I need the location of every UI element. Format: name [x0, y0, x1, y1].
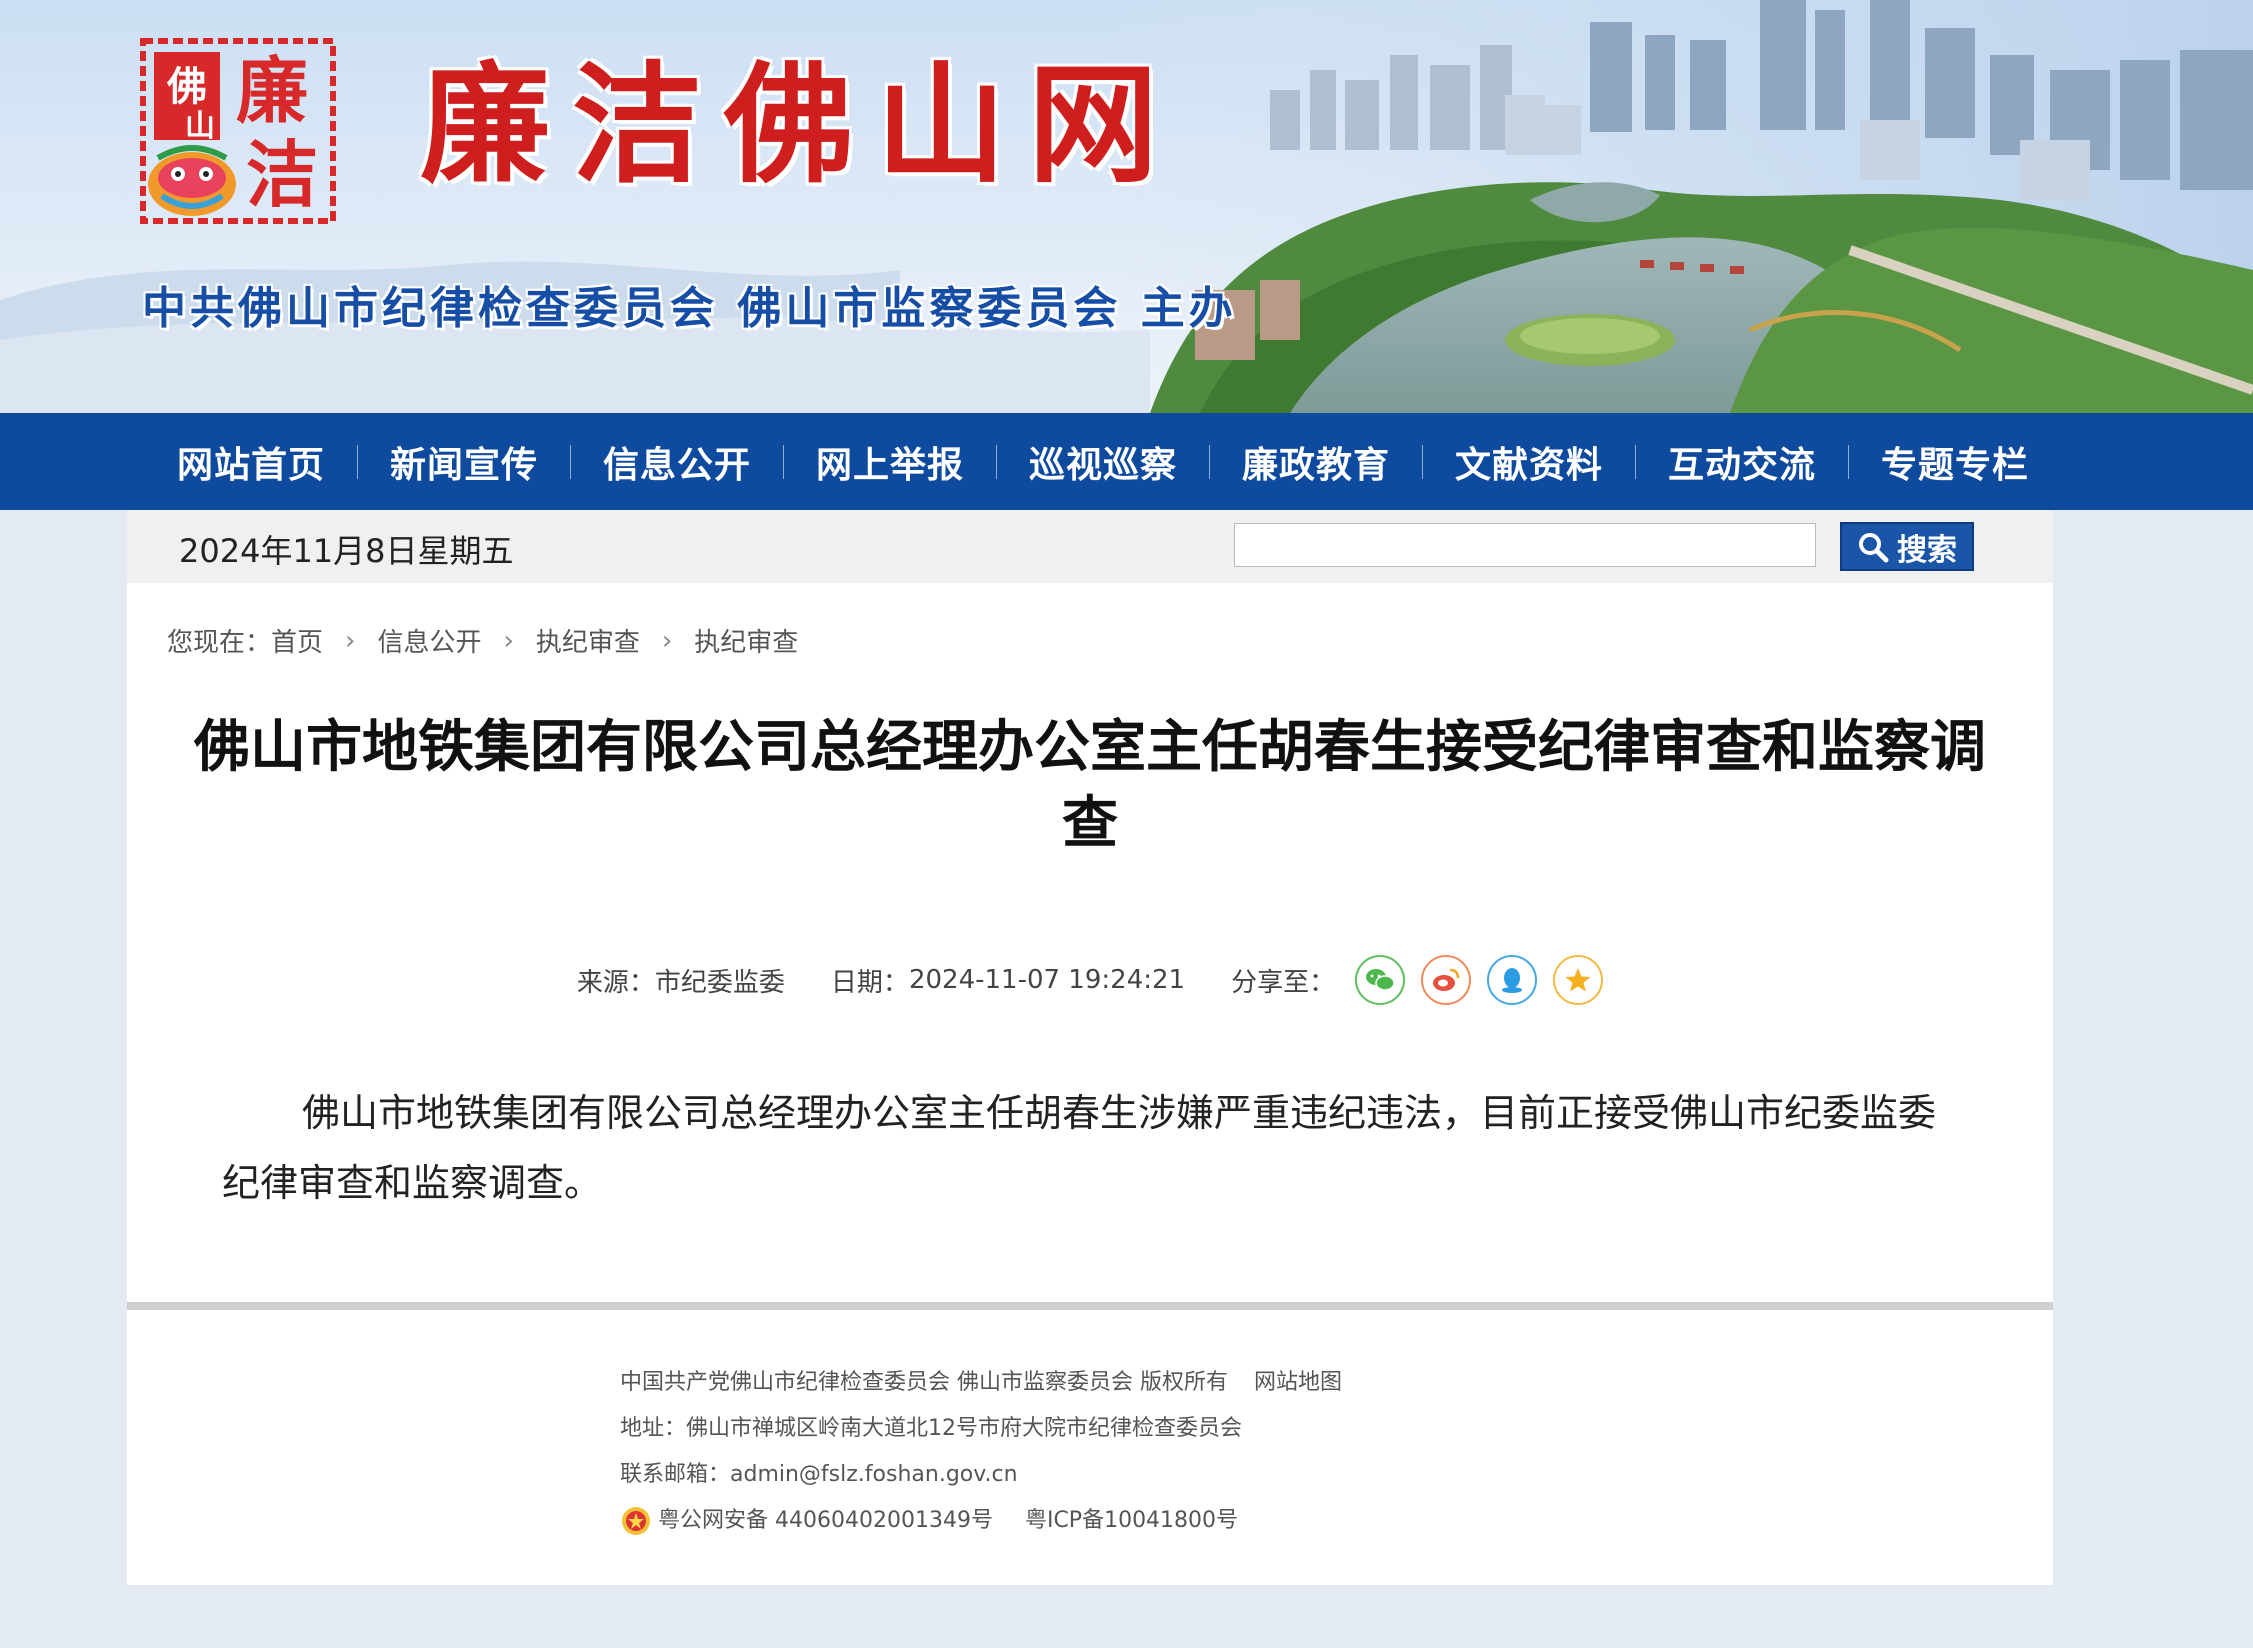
- nav-item-interaction[interactable]: 互动交流: [1636, 436, 1848, 488]
- share-label: 分享至：: [1231, 967, 1336, 998]
- date-search-bar: 2024年11月8日星期五 搜索: [127, 510, 2053, 583]
- breadcrumb-prefix: 您现在：: [167, 628, 272, 658]
- content-panel: 2024年11月8日星期五 搜索 您现在： 首页 › 信息公开 › 执纪审查 ›…: [127, 510, 2053, 1585]
- current-date: 2024年11月8日星期五: [179, 532, 514, 570]
- svg-text:山: 山: [185, 109, 215, 144]
- icp-link[interactable]: 粤ICP备10041800号: [1025, 1498, 1238, 1544]
- source-value: 市纪委监委: [654, 967, 785, 998]
- contact-email: 联系邮箱：admin@fslz.foshan.gov.cn: [620, 1462, 1018, 1487]
- nav-item-documents[interactable]: 文献资料: [1423, 436, 1635, 488]
- copyright: 中国共产党佛山市纪律检查委员会 佛山市监察委员会 版权所有: [620, 1370, 1228, 1395]
- nav-item-integrity-education[interactable]: 廉政教育: [1210, 436, 1422, 488]
- date-label: 日期：: [830, 967, 909, 998]
- site-title: 廉洁佛山网: [420, 48, 1181, 201]
- site-banner: 佛 山 廉 洁 廉洁佛山网 中共佛山市纪律检查委员会 佛山市监察委员会 主办: [0, 0, 2253, 413]
- svg-text:洁: 洁: [246, 132, 318, 217]
- qq-icon[interactable]: [1487, 955, 1538, 1005]
- article-meta: 来源： 市纪委监委 日期： 2024-11-07 19:24:21 分享至：: [127, 955, 2053, 1005]
- breadcrumb-home[interactable]: 首页: [271, 622, 323, 659]
- search-button[interactable]: 搜索: [1840, 522, 1974, 571]
- wechat-icon[interactable]: [1355, 955, 1406, 1005]
- nav-item-inspection[interactable]: 巡视巡察: [997, 436, 1209, 488]
- share-buttons: [1355, 955, 1604, 1005]
- article-body: 佛山市地铁集团有限公司总经理办公室主任胡春生涉嫌严重违纪违法，目前正接受佛山市纪…: [222, 1091, 1937, 1205]
- breadcrumb-discipline-review-current[interactable]: 执纪审查: [694, 622, 798, 659]
- weibo-icon[interactable]: [1421, 955, 1472, 1005]
- nav-item-online-report[interactable]: 网上举报: [784, 436, 996, 488]
- qzone-icon[interactable]: [1553, 955, 1604, 1005]
- search-button-label: 搜索: [1897, 532, 1957, 568]
- article-title: 佛山市地铁集团有限公司总经理办公室主任胡春生接受纪律审查和监察调查: [194, 715, 1986, 856]
- main-nav: 网站首页 新闻宣传 信息公开 网上举报 巡视巡察 廉政教育 文献资料 互动交流 …: [0, 413, 2253, 510]
- address: 地址：佛山市禅城区岭南大道北12号市府大院市纪律检查委员会: [620, 1416, 1242, 1441]
- police-record-link[interactable]: 粤公网安备 44060402001349号: [658, 1498, 993, 1544]
- breadcrumb: 您现在： 首页 › 信息公开 › 执纪审查 › 执纪审查: [167, 622, 798, 659]
- sponsor-line: 中共佛山市纪律检查委员会 佛山市监察委员会 主办: [142, 283, 1237, 334]
- search-input[interactable]: [1234, 523, 1816, 567]
- site-footer: 中国共产党佛山市纪律检查委员会 佛山市监察委员会 版权所有 网站地图 地址：佛山…: [620, 1360, 1342, 1544]
- svg-text:廉: 廉: [236, 48, 308, 133]
- police-badge-icon: [622, 1507, 650, 1535]
- sitemap-link[interactable]: 网站地图: [1254, 1360, 1342, 1406]
- search-icon: [1859, 532, 1889, 562]
- breadcrumb-discipline-review[interactable]: 执纪审查: [536, 622, 640, 659]
- chevron-right-icon: ›: [345, 625, 356, 656]
- chevron-right-icon: ›: [503, 625, 514, 656]
- nav-item-home[interactable]: 网站首页: [145, 436, 357, 488]
- svg-text:佛: 佛: [166, 64, 207, 110]
- nav-item-news[interactable]: 新闻宣传: [358, 436, 570, 488]
- source-label: 来源：: [576, 967, 655, 998]
- nav-item-info-disclosure[interactable]: 信息公开: [571, 436, 783, 488]
- nav-item-special-topics[interactable]: 专题专栏: [1849, 436, 2061, 488]
- footer-divider: [127, 1302, 2053, 1310]
- breadcrumb-info-disclosure[interactable]: 信息公开: [377, 622, 481, 659]
- publish-date: 2024-11-07 19:24:21: [908, 965, 1186, 995]
- lianjie-foshan-logo[interactable]: 佛 山 廉 洁: [140, 38, 336, 224]
- chevron-right-icon: ›: [661, 625, 673, 656]
